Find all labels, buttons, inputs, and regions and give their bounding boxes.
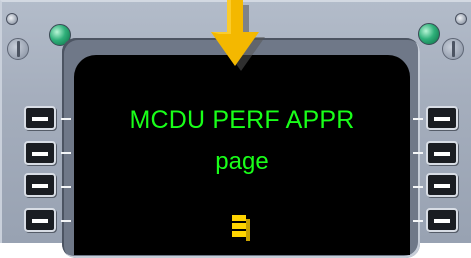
lsk-left-3[interactable]	[24, 173, 56, 197]
pointer-arrow-icon	[211, 0, 265, 71]
right-bezel-cap	[455, 13, 467, 25]
lsk-tick	[61, 220, 71, 222]
screen-line-subtitle: page	[215, 148, 269, 175]
lsk-right-2[interactable]	[426, 141, 458, 165]
lsk-tick	[413, 186, 423, 188]
lsk-right-4[interactable]	[426, 208, 458, 232]
lsk-right-3[interactable]	[426, 173, 458, 197]
lsk-bar	[32, 117, 48, 121]
lsk-bar	[32, 152, 48, 156]
lsk-bar	[434, 152, 450, 156]
cursor-marker-icon	[232, 215, 250, 241]
left-bezel-screw	[7, 38, 29, 60]
lsk-left-1[interactable]	[24, 106, 56, 130]
lsk-left-4[interactable]	[24, 208, 56, 232]
lsk-tick	[61, 152, 71, 154]
lsk-tick	[61, 118, 71, 120]
lsk-bar	[434, 117, 450, 121]
lsk-left-2[interactable]	[24, 141, 56, 165]
lsk-tick	[413, 220, 423, 222]
right-bezel-screw	[442, 38, 464, 60]
screen-line-title: MCDU PERF APPR	[129, 106, 355, 134]
right-annunciator-led	[418, 23, 440, 45]
left-bezel-cap	[6, 13, 18, 25]
lsk-tick	[413, 152, 423, 154]
lsk-bar	[32, 219, 48, 223]
lsk-right-1[interactable]	[426, 106, 458, 130]
lsk-bar	[434, 219, 450, 223]
lsk-bar	[434, 184, 450, 188]
lsk-tick	[413, 118, 423, 120]
lsk-bar	[32, 184, 48, 188]
lsk-tick	[61, 186, 71, 188]
